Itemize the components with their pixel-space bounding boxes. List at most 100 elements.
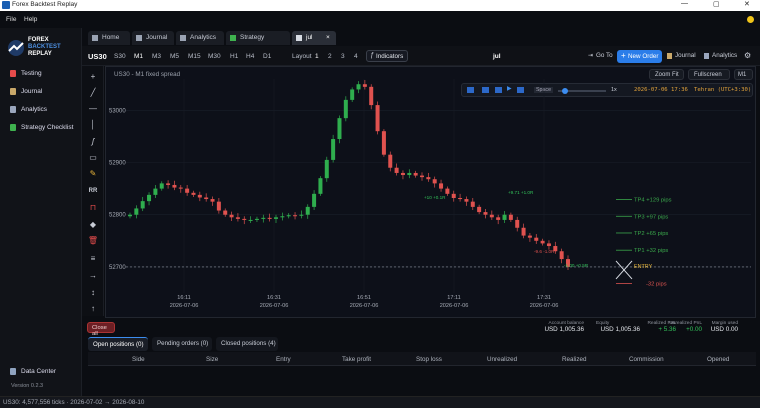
tf-h4[interactable]: H4 (246, 53, 254, 60)
candle-body (185, 188, 190, 193)
tab-bar: Home Journal Analytics Strategy Checklis… (82, 28, 760, 55)
candle-body (445, 188, 450, 194)
x-tick-date: 2026-07-06 (350, 303, 379, 309)
minimize-button[interactable]: — (681, 0, 688, 7)
candle-body (134, 208, 139, 215)
tf-m1[interactable]: M1 (134, 53, 143, 60)
x-tick-time: 16:11 (177, 295, 191, 301)
version-label: Version 0.2.3 (11, 383, 44, 389)
rectangle-icon[interactable]: ▭ (86, 153, 100, 163)
arrow-right-icon[interactable]: → (86, 271, 100, 281)
layout-3-button[interactable]: 3 (341, 53, 345, 60)
candle-body (293, 215, 298, 217)
tab-open-positions[interactable]: Open positions (0) (88, 337, 148, 351)
sidebar-item-label: Journal (21, 88, 43, 95)
tab-journal[interactable]: Journal (132, 31, 174, 45)
ruler-icon[interactable]: ✎ (86, 169, 100, 179)
tf-m30[interactable]: M30 (208, 53, 221, 60)
tab-pending-orders[interactable]: Pending orders (0) (152, 337, 212, 351)
sidebar-item-label: Strategy Checklist (21, 124, 74, 131)
account-balance-stat: Account balance USD 1,005.36 (532, 321, 584, 333)
trash-icon[interactable]: 🗑 (86, 236, 100, 246)
trendline-icon[interactable]: ╱ (86, 88, 100, 98)
close-window-button[interactable]: ✕ (744, 0, 750, 8)
tf-h1[interactable]: H1 (230, 53, 238, 60)
candle-body (432, 179, 437, 184)
menu-file[interactable]: File (6, 16, 16, 23)
layout-1-button[interactable]: 1 (315, 53, 319, 60)
candle-body (166, 183, 171, 185)
analytics-icon (10, 106, 16, 113)
vertical-line-icon[interactable]: │ (86, 120, 100, 130)
horizontal-line-icon[interactable]: — (86, 104, 100, 114)
tab-home[interactable]: Home (88, 31, 130, 45)
close-all-button[interactable]: Close all (87, 322, 115, 337)
sidebar-item-testing[interactable]: Testing (0, 68, 82, 80)
tf-s30[interactable]: S30 (114, 53, 126, 60)
menu-help[interactable]: Help (24, 16, 37, 23)
layout-label: Layout (292, 53, 312, 60)
chart-panel[interactable]: US30 - M1 fixed spread Zoom Fit Fullscre… (105, 66, 756, 318)
candle-body (470, 201, 475, 207)
journal-icon (10, 88, 16, 95)
settings-gear-icon[interactable]: ⚙ (744, 51, 751, 60)
new-order-button[interactable]: + New Order (617, 50, 662, 63)
menu-icon[interactable]: ≡ (86, 254, 100, 264)
indicators-button[interactable]: ƒ Indicators (366, 50, 408, 62)
tf-m15[interactable]: M15 (188, 53, 201, 60)
x-tick-time: 17:11 (447, 295, 461, 301)
symbol-label[interactable]: US30 (88, 52, 107, 61)
col-entry: Entry (276, 356, 291, 363)
candle-body (337, 118, 342, 140)
candle-body (502, 214, 507, 220)
crosshair-icon[interactable]: + (86, 72, 100, 82)
maximize-button[interactable]: ▢ (713, 0, 720, 8)
stat-value: +0.00 (686, 326, 702, 333)
tab-jul[interactable]: jul × (292, 31, 336, 45)
notification-dot-icon[interactable] (747, 16, 754, 23)
tab-label: Journal (146, 34, 168, 41)
candle-body (318, 178, 323, 194)
toolbar-analytics-button[interactable]: Analytics (703, 50, 741, 62)
tab-closed-positions[interactable]: Closed positions (4) (216, 337, 278, 351)
col-stop-loss: Stop loss (416, 356, 442, 363)
magnet-icon[interactable]: ⊓ (86, 203, 100, 213)
goto-button[interactable]: ⇥ Go To (588, 50, 618, 62)
arrow-up-icon[interactable]: ↑ (86, 304, 100, 314)
risk-reward-icon[interactable]: RR (86, 186, 100, 196)
sidebar-item-journal[interactable]: Journal (0, 86, 82, 98)
candle-body (343, 99, 348, 119)
price-chart[interactable]: 53000 52900 52800 52700 16:11 2026-07-06 16:31… (106, 67, 757, 319)
sidebar-item-analytics[interactable]: Analytics (0, 104, 82, 116)
sidebar-item-data-center[interactable]: Data Center (0, 366, 82, 378)
sidebar-item-label: Data Center (21, 368, 57, 375)
candle-body (407, 172, 412, 176)
tf-d1[interactable]: D1 (263, 53, 271, 60)
journal-icon (667, 53, 672, 59)
layout-2-button[interactable]: 2 (328, 53, 332, 60)
toolbar-journal-button[interactable]: Journal (666, 50, 700, 62)
eraser-icon[interactable]: ◆ (86, 220, 100, 230)
freehand-icon[interactable]: ʃ (86, 137, 100, 147)
close-tab-icon[interactable]: × (326, 31, 330, 45)
tab-label: Analytics (190, 34, 217, 41)
tab-analytics[interactable]: Analytics (176, 31, 224, 45)
expand-vertical-icon[interactable]: ↕ (86, 288, 100, 298)
goto-icon: ⇥ (588, 53, 594, 59)
tab-strategy-checklist[interactable]: Strategy Checklist (226, 31, 290, 55)
candle-body (362, 84, 367, 87)
layout-4-button[interactable]: 4 (354, 53, 358, 60)
entry-label: ENTRY (634, 264, 653, 270)
candle-body (381, 131, 386, 155)
tf-m3[interactable]: M3 (152, 53, 161, 60)
chart-icon (296, 35, 302, 41)
candle-body (299, 214, 304, 216)
tab-label: jul (306, 34, 313, 41)
tab-label: Pending orders (0) (157, 340, 209, 347)
sidebar-item-strategy-checklist[interactable]: Strategy Checklist (0, 122, 82, 134)
col-side: Side (132, 356, 145, 363)
candle-body (527, 235, 532, 238)
tp-label: TP2 +65 pips (634, 231, 668, 237)
tf-m5[interactable]: M5 (170, 53, 179, 60)
candle-body (464, 199, 469, 202)
